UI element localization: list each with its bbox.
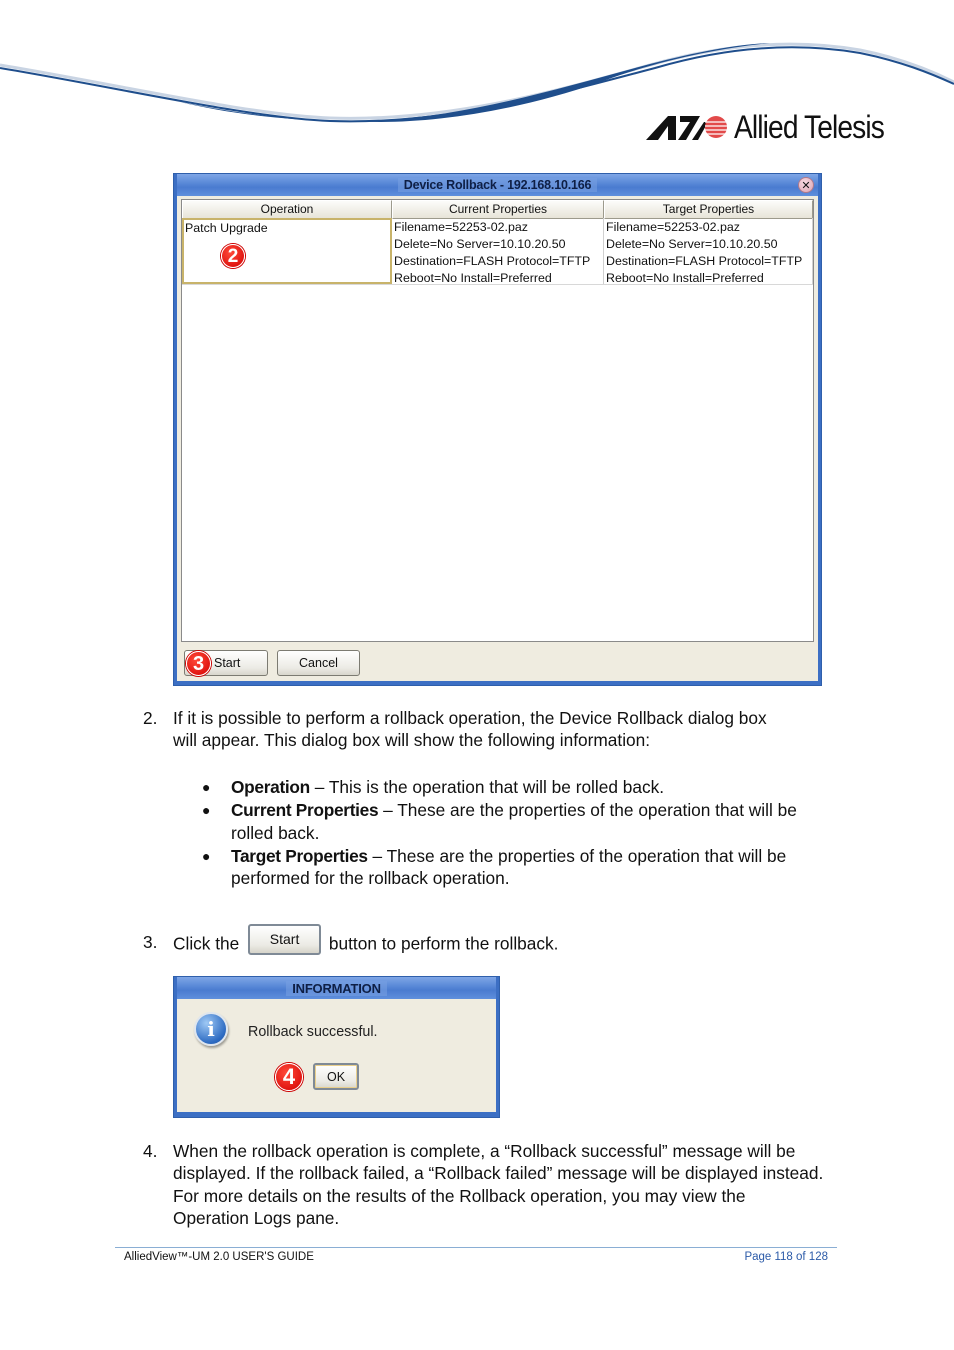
step-4-line: Operation Logs pane. (173, 1207, 340, 1228)
step-4-line: When the rollback operation is complete,… (173, 1141, 796, 1161)
current-property-line: Reboot=No Install=Preferred (394, 271, 552, 284)
callout-4-badge: 4 (275, 1063, 303, 1091)
device-rollback-dialog: Device Rollback - 192.168.10.166 ✕ Opera… (173, 173, 822, 686)
column-header-target-properties[interactable]: Target Properties (604, 200, 813, 219)
bullet-icon: ● (202, 847, 211, 864)
table-header: Operation Current Properties Target Prop… (182, 200, 813, 219)
step-2-line-1: If it is possible to perform a rollback … (173, 708, 767, 728)
target-property-line: Delete=No Server=10.10.20.50 (606, 237, 778, 251)
ok-button-label: OK (326, 1069, 346, 1084)
target-properties-cell[interactable]: Filename=52253-02.paz Delete=No Server=1… (604, 218, 813, 284)
start-button-label: Start (214, 656, 241, 670)
bullet-term: Operation (231, 777, 310, 797)
bullet-term: Current Properties (231, 800, 379, 821)
table-row[interactable]: Patch Upgrade 2 Filename=52253-02.paz De… (182, 218, 813, 285)
list-item: ● Target Properties – These are the prop… (202, 845, 842, 890)
step-3-after: button to perform the rollback. (328, 933, 559, 954)
inline-start-label: Start (269, 931, 300, 948)
current-property-line: Destination=FLASH Protocol=TFTP (394, 254, 591, 268)
information-dialog: INFORMATION i Rollback successful. 4 OK (173, 976, 500, 1118)
column-header-current-properties[interactable]: Current Properties (392, 200, 604, 219)
dialog-titlebar[interactable]: Device Rollback - 192.168.10.166 ✕ (177, 174, 818, 196)
logo-mark-icon (646, 116, 727, 140)
column-header-operation[interactable]: Operation (182, 200, 392, 219)
footer-page-number: Page 118 of 128 (744, 1251, 828, 1263)
step-4-line: displayed. If the rollback failed, a “Ro… (173, 1163, 824, 1184)
step-2-number: 2. (143, 708, 158, 728)
rollback-table: Operation Current Properties Target Prop… (181, 199, 814, 642)
list-item: ● Current Properties – These are the pro… (202, 799, 842, 844)
brand-name: Allied Telesis (734, 109, 885, 145)
field-description-list: ● Operation – This is the operation that… (202, 776, 842, 890)
cancel-button-label: Cancel (299, 656, 338, 670)
step-3-before: Click the (173, 933, 240, 954)
info-titlebar[interactable]: INFORMATION (177, 977, 496, 999)
current-properties-cell[interactable]: Filename=52253-02.paz Delete=No Server=1… (392, 218, 604, 284)
callout-3-badge: 3 (186, 651, 211, 676)
operation-cell[interactable]: Patch Upgrade 2 (182, 218, 392, 284)
dialog-title: Device Rollback - 192.168.10.166 (397, 178, 598, 192)
dialog-button-bar: Start 3 Cancel (181, 642, 814, 682)
info-message: Rollback successful. (248, 1024, 378, 1040)
list-item: ● Operation – This is the operation that… (202, 776, 842, 798)
footer-divider (115, 1247, 837, 1248)
allied-telesis-logo: Allied Telesis (646, 110, 904, 144)
bullet-description: – This is the operation that will be rol… (309, 777, 665, 797)
target-property-line: Filename=52253-02.paz (606, 220, 740, 234)
operation-value: Patch Upgrade (185, 221, 268, 235)
target-property-line: Destination=FLASH Protocol=TFTP (606, 254, 803, 268)
inline-start-button-image: Start (248, 924, 322, 955)
footer-guide-title: AlliedView™-UM 2.0 USER'S GUIDE (124, 1251, 314, 1263)
current-property-line: Delete=No Server=10.10.20.50 (394, 237, 566, 251)
bullet-term: Target Properties (231, 845, 368, 866)
step-2-text: If it is possible to perform a rollback … (173, 707, 853, 752)
current-property-line: Filename=52253-02.paz (394, 220, 528, 234)
bullet-icon: ● (202, 802, 211, 819)
step-4-line: For more details on the results of the R… (173, 1185, 746, 1206)
close-icon[interactable]: ✕ (798, 177, 814, 193)
ok-button[interactable]: OK (313, 1063, 359, 1090)
info-icon: i (194, 1012, 228, 1046)
step-4-text: When the rollback operation is complete,… (173, 1140, 873, 1229)
info-title: INFORMATION (286, 980, 387, 996)
step-2-line-2: will appear. This dialog box will show t… (173, 730, 651, 751)
bullet-icon: ● (202, 779, 211, 795)
step-3-text: Click the Start button to perform the ro… (173, 924, 853, 962)
step-4-number: 4. (143, 1141, 158, 1161)
target-property-line: Reboot=No Install=Preferred (606, 271, 764, 284)
step-3-number: 3. (143, 932, 158, 952)
callout-2-badge: 2 (221, 244, 245, 268)
cancel-button[interactable]: Cancel (277, 650, 360, 676)
